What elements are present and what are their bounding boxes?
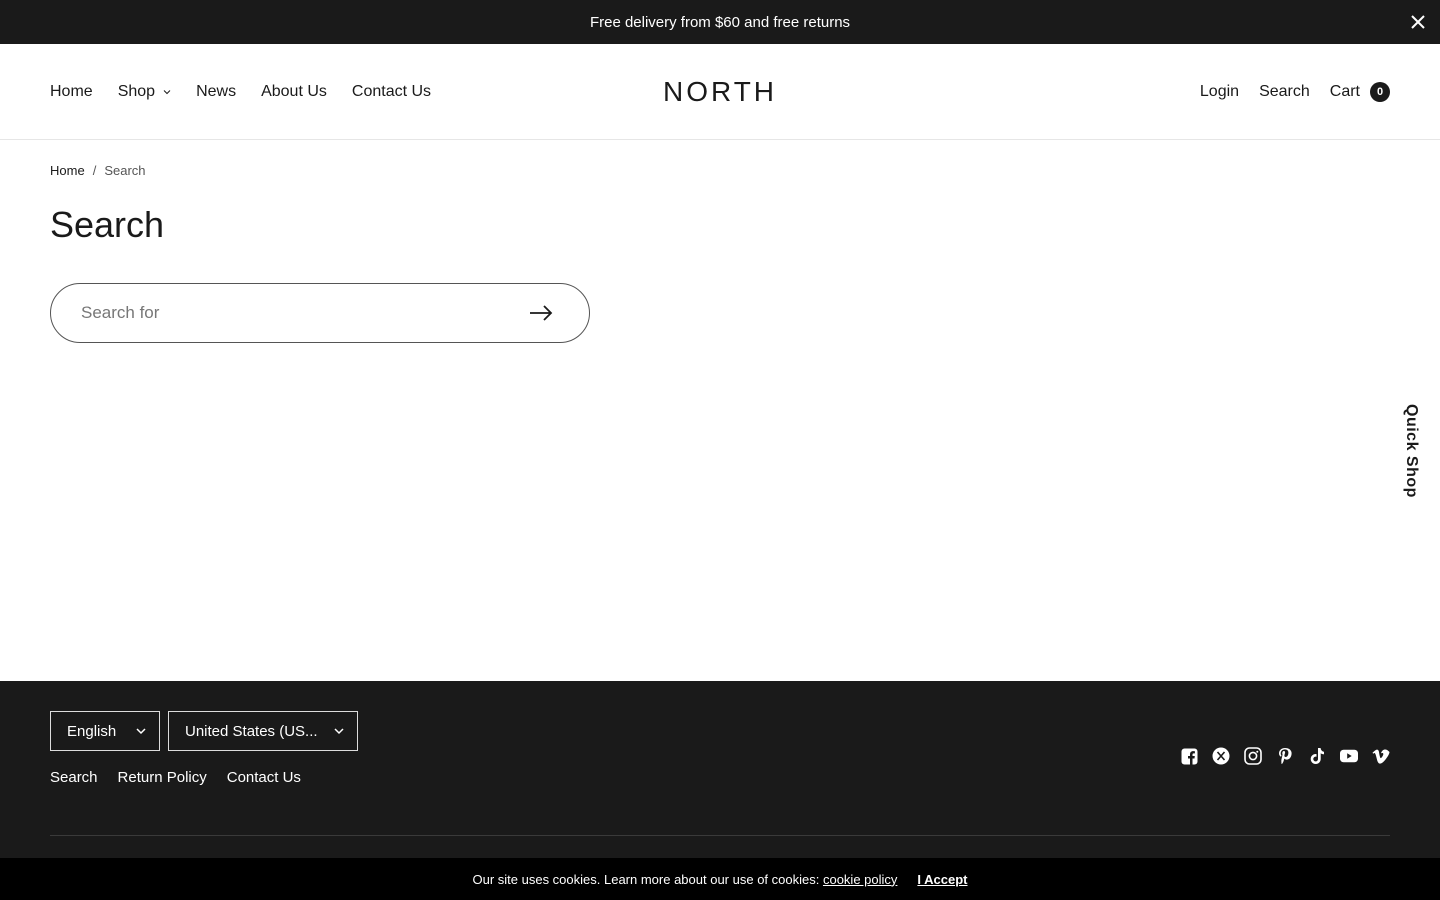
- cart-label: Cart: [1329, 82, 1360, 100]
- search-form: [50, 283, 590, 343]
- cookie-banner: Our site uses cookies. Learn more about …: [0, 858, 1440, 900]
- tiktok-icon[interactable]: [1308, 747, 1326, 765]
- locale-selectors: English United States (US...: [50, 711, 358, 751]
- nav-contact-us[interactable]: Contact Us: [352, 83, 431, 101]
- cart-link[interactable]: Cart 0: [1329, 81, 1390, 102]
- announcement-text: Free delivery from $60 and free returns: [589, 13, 851, 31]
- search-link[interactable]: Search: [1259, 83, 1310, 101]
- instagram-icon[interactable]: [1244, 747, 1262, 765]
- header-actions: Login Search Cart 0: [1200, 81, 1390, 102]
- country-select[interactable]: United States (US...: [168, 711, 358, 751]
- cookie-policy-link[interactable]: cookie policy: [823, 872, 897, 887]
- login-link[interactable]: Login: [1200, 83, 1239, 101]
- announcement-bar: Free delivery from $60 and free returns: [0, 0, 1440, 44]
- search-input[interactable]: [81, 303, 527, 323]
- cart-count-badge: 0: [1370, 81, 1390, 102]
- breadcrumb-separator: /: [92, 163, 97, 178]
- x-icon[interactable]: [1212, 747, 1230, 765]
- nav-shop[interactable]: Shop: [118, 83, 171, 101]
- country-value: United States (US...: [185, 722, 318, 740]
- site-logo[interactable]: NORTH: [663, 76, 777, 108]
- nav-about-us[interactable]: About Us: [261, 83, 327, 101]
- footer-links: Search Return Policy Contact Us: [50, 769, 301, 786]
- page-title: Search: [50, 204, 165, 245]
- language-value: English: [67, 722, 117, 740]
- nav-news[interactable]: News: [196, 83, 236, 101]
- language-select[interactable]: English: [50, 711, 160, 751]
- accept-cookies-button[interactable]: I Accept: [917, 872, 967, 887]
- chevron-down-icon: [136, 728, 146, 735]
- breadcrumb-home[interactable]: Home: [50, 163, 85, 178]
- footer-link-return-policy[interactable]: Return Policy: [118, 769, 207, 786]
- chevron-down-icon: [163, 89, 171, 94]
- footer-link-contact-us[interactable]: Contact Us: [227, 769, 301, 786]
- chevron-down-icon: [334, 728, 344, 735]
- breadcrumb-current: Search: [104, 163, 146, 178]
- main-nav: Home Shop News About Us Contact Us: [50, 83, 431, 101]
- vimeo-icon[interactable]: [1372, 747, 1390, 765]
- nav-shop-label: Shop: [117, 82, 156, 100]
- site-header: Home Shop News About Us Contact Us NORTH…: [0, 44, 1440, 140]
- facebook-icon[interactable]: [1180, 747, 1198, 765]
- youtube-icon[interactable]: [1340, 747, 1358, 765]
- close-icon[interactable]: [1408, 12, 1428, 32]
- footer-link-search[interactable]: Search: [50, 769, 98, 786]
- footer-divider: [50, 835, 1390, 836]
- arrow-right-icon[interactable]: [527, 299, 555, 327]
- quick-shop-tab[interactable]: Quick Shop: [1402, 404, 1420, 498]
- cookie-text: Our site uses cookies. Learn more about …: [472, 871, 820, 887]
- cookie-message: Our site uses cookies. Learn more about …: [472, 872, 897, 887]
- social-links: [1180, 747, 1390, 765]
- nav-home[interactable]: Home: [50, 83, 93, 101]
- breadcrumb: Home / Search: [50, 163, 146, 178]
- pinterest-icon[interactable]: [1276, 747, 1294, 765]
